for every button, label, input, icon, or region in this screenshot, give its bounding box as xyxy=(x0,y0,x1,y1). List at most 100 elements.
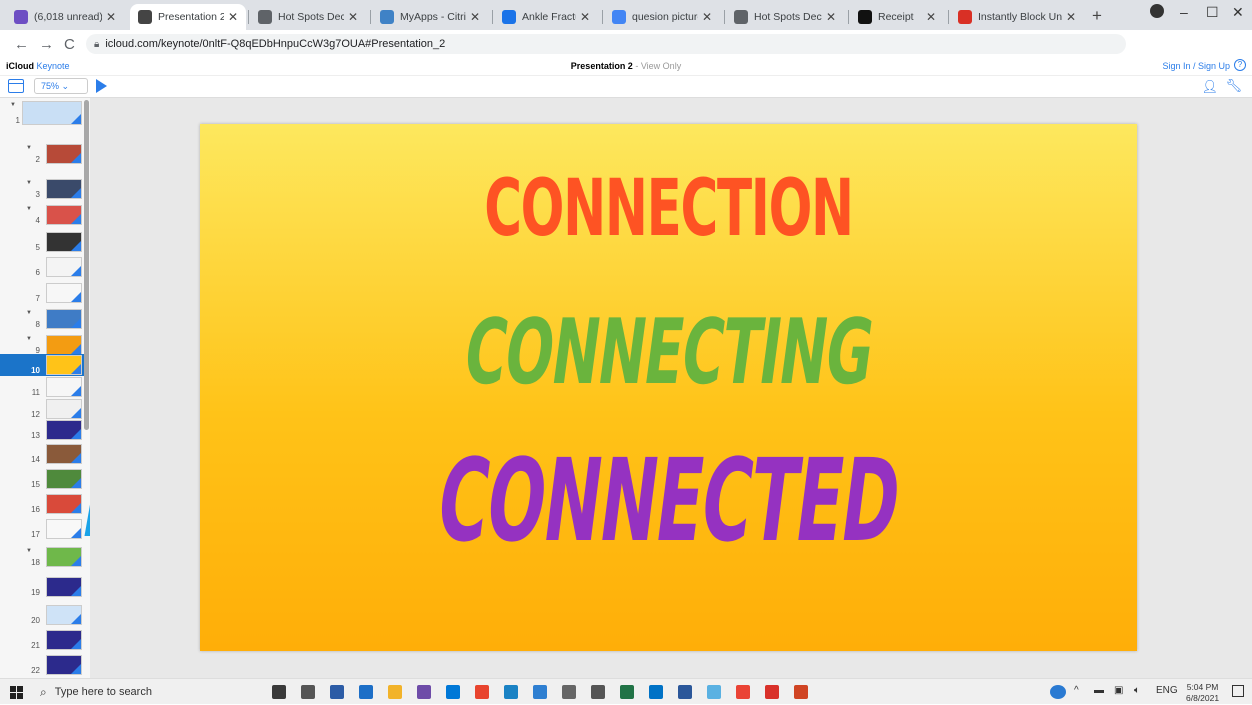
taskbar-app-icon[interactable] xyxy=(417,685,431,699)
slide-thumbnail-item[interactable]: 10 xyxy=(0,354,84,376)
slide-thumbnail xyxy=(46,494,82,514)
collapse-triangle-icon[interactable]: ▼ xyxy=(26,548,32,554)
reload-icon[interactable]: C xyxy=(64,36,75,53)
volume-icon[interactable]: 🔈︎ xyxy=(1134,685,1140,696)
taskbar-clock[interactable]: 5:04 PM 6/8/2021 xyxy=(1186,682,1219,704)
help-icon[interactable]: ? xyxy=(1234,59,1246,71)
slide-thumbnail xyxy=(22,101,82,125)
back-icon[interactable]: ← xyxy=(14,36,29,53)
notifications-icon[interactable] xyxy=(1232,685,1244,697)
taskbar-app-icon[interactable] xyxy=(707,685,721,699)
slide-thumbnail-item[interactable]: ▼ 2 xyxy=(0,143,84,165)
taskbar-app-icon[interactable] xyxy=(736,685,750,699)
close-window-button[interactable]: ✕ xyxy=(1232,4,1244,21)
tab-close-icon[interactable]: ✕ xyxy=(348,10,358,24)
slide-thumbnail-item[interactable]: 13 xyxy=(0,419,84,441)
slide-thumbnail-item[interactable]: 11 xyxy=(0,376,84,398)
browser-tab[interactable]: Hot Spots December ✕ xyxy=(250,4,366,30)
taskbar-app-icon[interactable] xyxy=(446,685,460,699)
slide-number: 6 xyxy=(35,268,40,277)
battery-icon[interactable]: ▬ xyxy=(1094,685,1104,696)
wrench-icon[interactable]: 🔧︎ xyxy=(1225,78,1242,94)
slide-thumbnail-item[interactable]: 15 xyxy=(0,468,84,490)
taskbar-search-box[interactable]: ⌕ Type here to search xyxy=(34,679,260,705)
thumbnail-corner xyxy=(71,364,81,374)
windows-start-icon[interactable] xyxy=(10,686,23,699)
taskbar-app-icon[interactable] xyxy=(765,685,779,699)
taskbar-app-icon[interactable] xyxy=(330,685,344,699)
browser-tab[interactable]: Instantly Block Unlimi ✕ xyxy=(950,4,1084,30)
browser-tab[interactable]: Ankle Fracture-Disloc ✕ xyxy=(494,4,598,30)
weather-icon[interactable] xyxy=(1050,685,1066,699)
forward-icon[interactable]: → xyxy=(39,36,54,53)
tab-close-icon[interactable]: ✕ xyxy=(228,10,238,24)
slide-navigator-toggle-icon[interactable] xyxy=(8,79,24,93)
browser-tab[interactable]: (6,018 unread) - bfote ✕ xyxy=(6,4,124,30)
address-bar[interactable]: 🔒︎ icloud.com/keynote/0nltF-Q8qEDbHnpuCc… xyxy=(86,34,1126,54)
slide-thumbnail-item[interactable]: 19 xyxy=(0,576,84,598)
taskbar-app-icon[interactable] xyxy=(272,685,286,699)
browser-tab[interactable]: Receipt ✕ xyxy=(850,4,944,30)
taskbar-app-icon[interactable] xyxy=(388,685,402,699)
slide-number: 21 xyxy=(31,641,40,650)
language-indicator[interactable]: ENG xyxy=(1156,685,1178,696)
taskbar-app-icon[interactable] xyxy=(504,685,518,699)
browser-tab[interactable]: MyApps - Citrix Acce ✕ xyxy=(372,4,488,30)
slide-thumbnail-item[interactable]: 20 xyxy=(0,604,84,626)
slide-thumbnail-item[interactable]: ▼ 9 xyxy=(0,334,84,356)
tab-close-icon[interactable]: ✕ xyxy=(580,10,590,24)
browser-tab[interactable]: quesion pictures - Go ✕ xyxy=(604,4,720,30)
taskbar-app-icon[interactable] xyxy=(591,685,605,699)
slide-thumbnail-item[interactable]: 7 xyxy=(0,282,84,304)
taskbar-app-icon[interactable] xyxy=(533,685,547,699)
sign-in-link[interactable]: Sign In / Sign Up xyxy=(1162,61,1230,71)
slide-thumbnail-item[interactable]: 14 xyxy=(0,443,84,465)
slide-thumbnail-item[interactable]: ▼ 8 xyxy=(0,308,84,330)
slide-thumbnail-item[interactable]: ▼ 1 xyxy=(0,100,84,126)
collapse-triangle-icon[interactable]: ▼ xyxy=(10,102,16,108)
slide-thumbnail-item[interactable]: ▼ 18 xyxy=(0,546,84,568)
collapse-triangle-icon[interactable]: ▼ xyxy=(26,336,32,342)
taskbar-app-icon[interactable] xyxy=(678,685,692,699)
tab-close-icon[interactable]: ✕ xyxy=(470,10,480,24)
slide-thumbnail-item[interactable]: 5 xyxy=(0,231,84,253)
slide-thumbnail-item[interactable]: 17 xyxy=(0,518,84,540)
slide-thumbnail-item[interactable]: 16 xyxy=(0,493,84,515)
play-icon[interactable] xyxy=(96,79,107,93)
collaborate-icon[interactable]: 👤︎ xyxy=(1201,79,1218,95)
tab-close-icon[interactable]: ✕ xyxy=(926,10,936,24)
collapse-triangle-icon[interactable]: ▼ xyxy=(26,206,32,212)
new-tab-button[interactable]: + xyxy=(1092,6,1102,26)
tab-close-icon[interactable]: ✕ xyxy=(826,10,836,24)
minimize-button[interactable]: – xyxy=(1180,4,1188,20)
taskbar-app-icon[interactable] xyxy=(475,685,489,699)
taskbar-app-icon[interactable] xyxy=(794,685,808,699)
collapse-triangle-icon[interactable]: ▼ xyxy=(26,180,32,186)
maximize-button[interactable]: ☐ xyxy=(1206,4,1219,21)
browser-tab[interactable]: Presentation 2 ✕ xyxy=(130,4,246,30)
tab-close-icon[interactable]: ✕ xyxy=(106,10,116,24)
slide-thumbnail-item[interactable]: 21 xyxy=(0,629,84,651)
taskbar-app-icon[interactable] xyxy=(562,685,576,699)
taskbar-app-icon[interactable] xyxy=(301,685,315,699)
collapse-triangle-icon[interactable]: ▼ xyxy=(26,310,32,316)
slide-thumbnail xyxy=(46,399,82,419)
taskbar-app-icon[interactable] xyxy=(649,685,663,699)
tab-close-icon[interactable]: ✕ xyxy=(702,10,712,24)
collapse-triangle-icon[interactable]: ▼ xyxy=(26,145,32,151)
slide-thumbnail-item[interactable]: 22 xyxy=(0,654,84,676)
slide-thumbnail xyxy=(46,232,82,252)
tray-chevron-icon[interactable]: ^ xyxy=(1074,685,1079,696)
navigator-scrollbar[interactable] xyxy=(84,100,89,430)
slide-thumbnail-item[interactable]: ▼ 3 xyxy=(0,178,84,200)
thumbnail-corner xyxy=(71,429,81,439)
slide-thumbnail-item[interactable]: 6 xyxy=(0,256,84,278)
zoom-dropdown[interactable]: 75% ⌄ xyxy=(34,78,88,94)
tab-close-icon[interactable]: ✕ xyxy=(1066,10,1076,24)
taskbar-app-icon[interactable] xyxy=(359,685,373,699)
slide-thumbnail-item[interactable]: ▼ 4 xyxy=(0,204,84,226)
slide-thumbnail-item[interactable]: 12 xyxy=(0,398,84,420)
browser-tab[interactable]: Hot Spots December ✕ xyxy=(726,4,844,30)
network-icon[interactable]: ▣ xyxy=(1114,685,1123,696)
taskbar-app-icon[interactable] xyxy=(620,685,634,699)
